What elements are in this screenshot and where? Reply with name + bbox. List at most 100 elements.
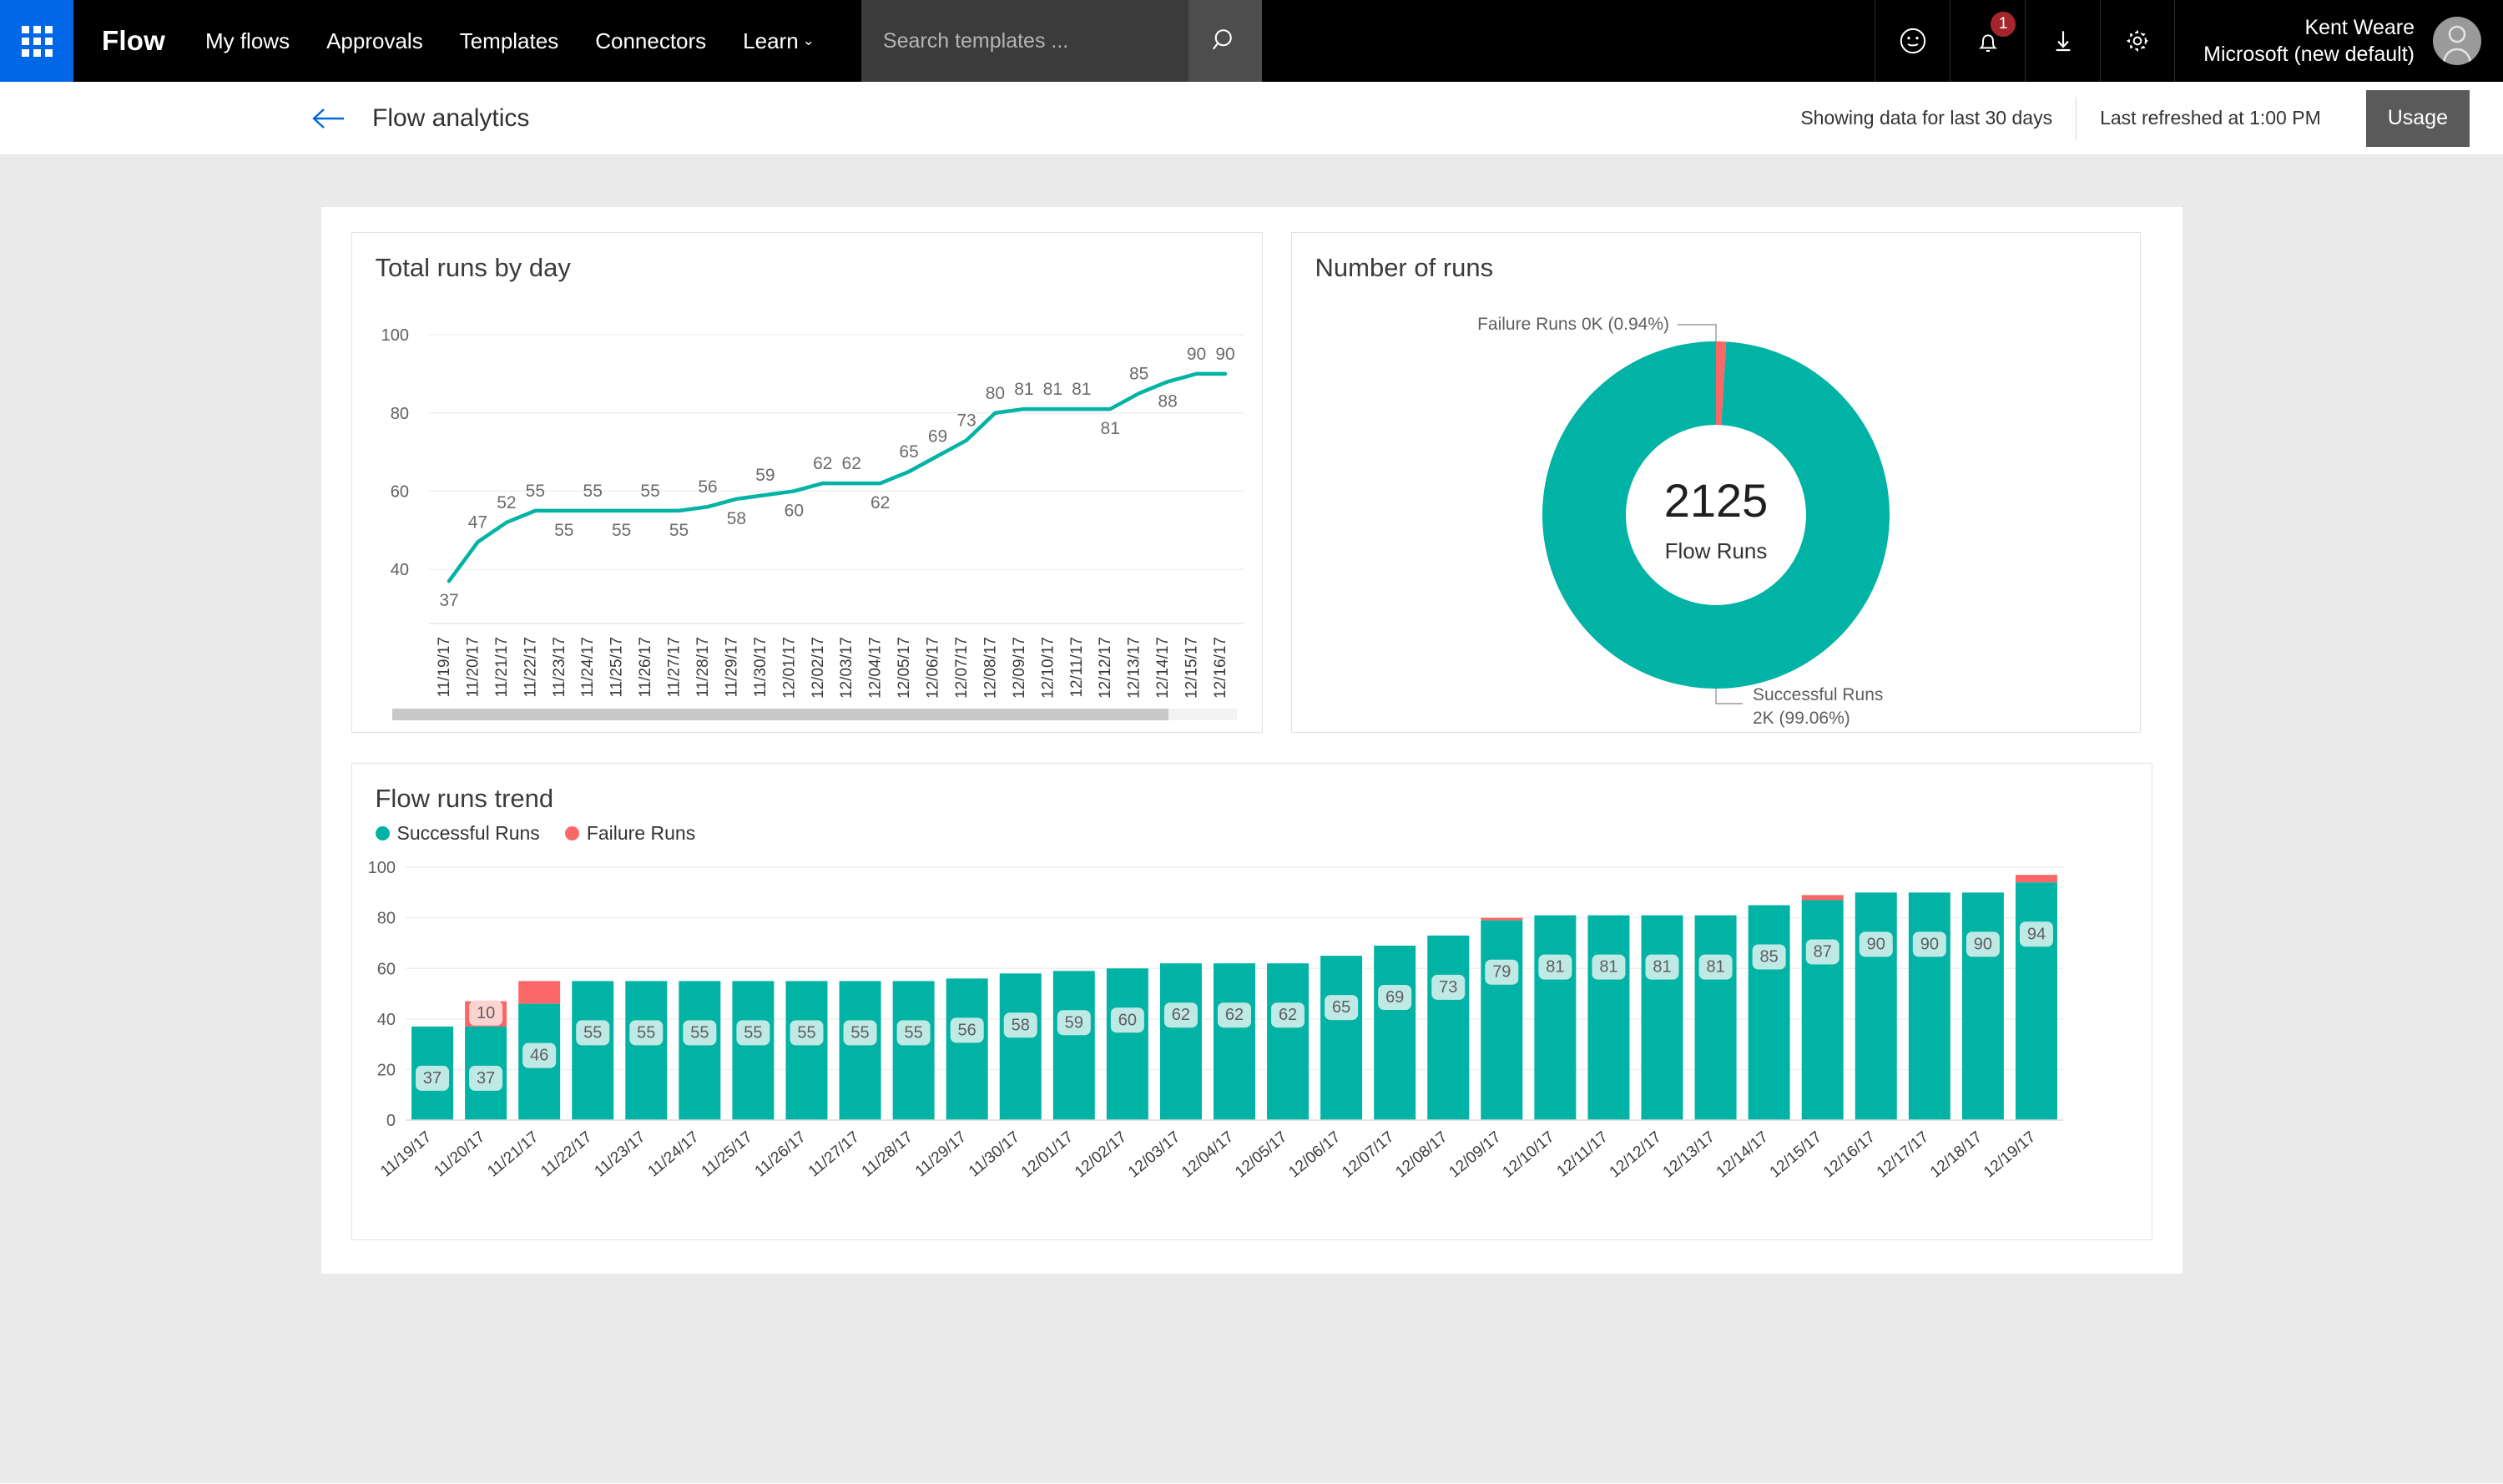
donut-center-label: Flow Runs — [1664, 538, 1767, 563]
number-of-runs-title: Number of runs — [1315, 253, 1494, 282]
bar-data-label-successful: 59 — [1064, 1013, 1082, 1032]
total-runs-by-day-chart[interactable]: 40 60 80 100 37 47 52 55 55 55 55 55 55 56 58 59 60 62 62 6… — [352, 283, 1262, 713]
template-search — [860, 0, 1262, 82]
legend-item-successful-runs[interactable]: Successful Runs — [375, 822, 540, 845]
line-data-label: 55 — [640, 482, 659, 501]
settings-button[interactable] — [2100, 0, 2176, 82]
nav-link-learn[interactable]: Learn ⌄ — [724, 0, 833, 82]
bar-column[interactable] — [946, 978, 988, 1120]
top-chart-row: Total runs by day 40 60 80 100 37 47 52 55 55 55 5… — [351, 232, 2152, 733]
bar-x-tick: 12/15/17 — [1766, 1128, 1824, 1182]
search-icon — [1212, 29, 1232, 50]
legend-dot-successful-icon — [375, 826, 390, 840]
bar-column[interactable] — [571, 981, 613, 1120]
line-chart-horizontal-scrollbar[interactable] — [391, 709, 1237, 720]
bar-column[interactable] — [1587, 915, 1629, 1120]
bar-column[interactable] — [892, 981, 935, 1120]
bar-x-tick: 11/26/17 — [751, 1128, 809, 1181]
legend-item-failure-runs[interactable]: Failure Runs — [564, 822, 695, 845]
bar-column[interactable] — [1961, 892, 2004, 1120]
line-y-tick: 80 — [390, 405, 408, 423]
nav-link-my-flows-label: My flows — [204, 28, 290, 53]
notification-count-badge: 1 — [1991, 12, 2016, 37]
line-data-label: 62 — [870, 493, 889, 512]
line-x-tick: 11/21/17 — [492, 637, 510, 698]
bar-y-tick: 100 — [367, 859, 395, 877]
bar-column[interactable] — [1052, 971, 1095, 1120]
bar-x-tick: 12/12/17 — [1606, 1128, 1664, 1182]
back-arrow-icon — [312, 108, 344, 129]
line-y-tick: 100 — [381, 326, 408, 345]
usage-tab-button[interactable]: Usage — [2365, 89, 2470, 147]
line-data-label: 55 — [611, 521, 630, 540]
search-submit-button[interactable] — [1188, 0, 1262, 82]
line-x-tick: 12/09/17 — [1010, 637, 1027, 699]
bar-column[interactable] — [731, 981, 774, 1120]
flow-runs-trend-chart[interactable]: 0 20 40 60 80 100 37 11/19/17 37 10 11/20/17 46 11/2… — [352, 845, 2147, 1204]
back-button[interactable] — [310, 99, 349, 138]
bar-column[interactable] — [1748, 905, 1790, 1120]
bar-column[interactable] — [1480, 917, 1522, 1120]
nav-link-approvals[interactable]: Approvals — [308, 0, 442, 82]
brand-logo[interactable]: Flow — [73, 0, 187, 82]
line-data-label: 73 — [956, 411, 976, 431]
bar-data-label-successful: 87 — [1813, 942, 1831, 961]
flow-runs-trend-card: Flow runs trend Successful Runs Failure … — [351, 763, 2152, 1240]
bar-column[interactable] — [785, 981, 827, 1120]
bar-column[interactable] — [1908, 892, 1950, 1120]
notifications-button[interactable]: 1 — [1950, 0, 2025, 82]
bar-data-label-successful: 79 — [1492, 963, 1511, 982]
bar-y-tick: 40 — [376, 1011, 395, 1029]
bar-y-tick: 20 — [376, 1061, 395, 1079]
bar-x-tick: 11/21/17 — [484, 1128, 542, 1181]
bar-data-label-successful: 55 — [904, 1023, 922, 1042]
bar-column[interactable] — [1106, 968, 1148, 1120]
bar-data-label-successful: 58 — [1011, 1016, 1029, 1034]
bar-x-tick: 12/19/17 — [1981, 1128, 2039, 1182]
line-x-tick: 12/04/17 — [866, 637, 884, 699]
bar-x-tick: 11/30/17 — [965, 1128, 1022, 1181]
bar-column[interactable] — [1641, 915, 1683, 1120]
bar-column[interactable] — [1694, 915, 1737, 1120]
bar-column[interactable] — [1426, 935, 1469, 1120]
scrollbar-thumb[interactable] — [391, 709, 1168, 720]
search-input[interactable] — [860, 0, 1188, 82]
bar-column[interactable] — [2015, 875, 2057, 1120]
bar-x-tick: 11/19/17 — [377, 1128, 435, 1181]
bar-data-label-successful: 85 — [1759, 948, 1778, 967]
feedback-button[interactable] — [1875, 0, 1950, 82]
bar-x-tick: 11/29/17 — [911, 1128, 969, 1181]
user-account-menu[interactable]: Kent Weare Microsoft (new default) — [2175, 0, 2503, 82]
bar-column[interactable] — [1320, 956, 1362, 1120]
bar-column[interactable] — [1855, 892, 1897, 1120]
bar-y-tick: 60 — [376, 960, 395, 978]
nav-link-connectors[interactable]: Connectors — [577, 0, 724, 82]
bar-column[interactable] — [1533, 915, 1576, 1120]
bar-y-tick: 0 — [386, 1112, 395, 1130]
total-runs-by-day-title: Total runs by day — [375, 253, 571, 282]
app-launcher-button[interactable] — [0, 0, 73, 82]
bar-column[interactable] — [999, 973, 1042, 1120]
gear-settings-icon — [2127, 30, 2148, 52]
nav-link-my-flows[interactable]: My flows — [187, 0, 308, 82]
line-x-tick: 11/20/17 — [464, 637, 482, 698]
bar-column[interactable] — [1213, 963, 1255, 1120]
page-title: Flow analytics — [372, 103, 530, 132]
bar-column[interactable] — [1159, 963, 1202, 1120]
download-button[interactable] — [2025, 0, 2100, 82]
bar-column[interactable] — [839, 981, 881, 1120]
bar-x-tick: 12/01/17 — [1017, 1128, 1076, 1182]
line-data-label: 81 — [1042, 380, 1062, 399]
nav-link-templates[interactable]: Templates — [442, 0, 578, 82]
number-of-runs-donut-chart[interactable]: 2125 Flow Runs Failure Runs 0K (0.94%) Succ… — [1292, 283, 2140, 740]
bar-data-label-successful: 81 — [1599, 958, 1617, 977]
line-x-tick: 11/24/17 — [579, 637, 597, 698]
line-data-label: 90 — [1215, 345, 1234, 364]
bar-column[interactable] — [1266, 963, 1309, 1120]
bar-column[interactable] — [1373, 945, 1416, 1120]
line-x-tick: 12/14/17 — [1154, 637, 1172, 699]
bar-column[interactable] — [678, 981, 720, 1120]
bar-column[interactable] — [624, 981, 667, 1120]
bar-column[interactable] — [1801, 895, 1844, 1120]
